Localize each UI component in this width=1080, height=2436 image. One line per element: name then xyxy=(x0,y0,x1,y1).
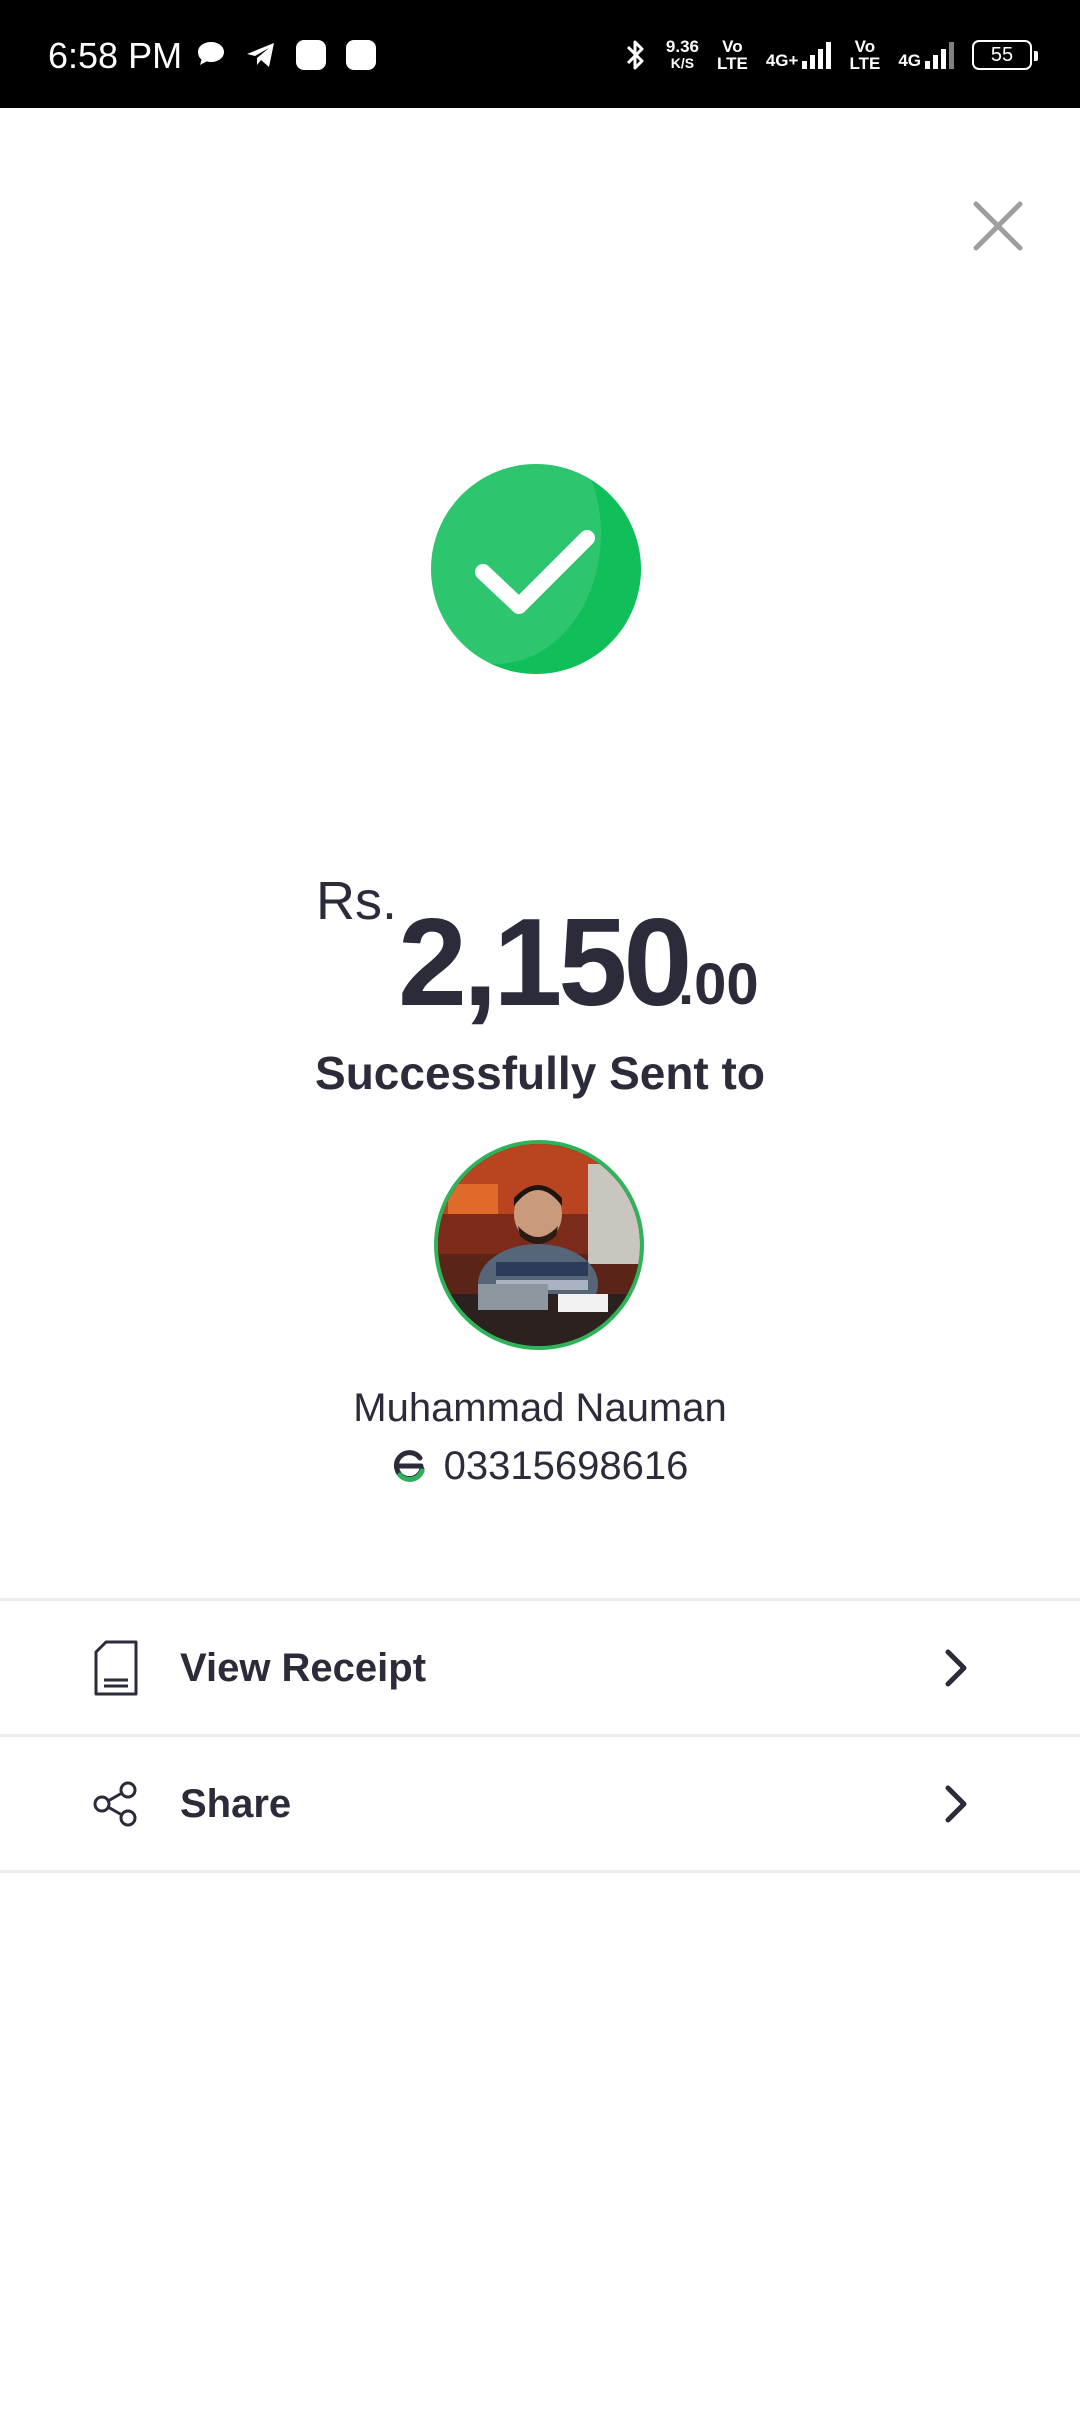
signal-2: 4G xyxy=(898,41,954,69)
chevron-right-icon xyxy=(945,1649,967,1687)
recipient-name: Muhammad Nauman xyxy=(353,1386,727,1430)
telegram-icon xyxy=(247,43,274,67)
recipient-phone-row: 03315698616 xyxy=(0,1444,1080,1489)
volte-badge-1: Vo LTE xyxy=(716,37,748,73)
app-square-icon xyxy=(346,40,376,70)
success-check-icon xyxy=(431,464,641,674)
signal-bars-icon xyxy=(802,41,832,69)
share-icon xyxy=(93,1781,137,1827)
recipient-avatar xyxy=(434,1140,644,1350)
chat-bubble-icon xyxy=(198,42,224,65)
chevron-right-icon xyxy=(945,1785,967,1823)
close-icon xyxy=(973,201,1023,251)
share-label: Share xyxy=(180,1782,292,1826)
divider xyxy=(0,1870,1080,1873)
amount-value: 2,150 xyxy=(398,894,692,1032)
amount-decimal: .00 xyxy=(678,952,759,1017)
receipt-icon xyxy=(94,1640,138,1696)
view-receipt-label: View Receipt xyxy=(180,1646,427,1690)
volte-badge-2: Vo LTE xyxy=(849,37,881,73)
divider xyxy=(0,1734,1080,1737)
amount-currency: Rs. xyxy=(316,871,397,931)
easypaisa-logo-icon xyxy=(393,1449,425,1482)
app-square-icon xyxy=(296,40,326,70)
network-speed: 9.36 K/S xyxy=(665,37,699,71)
status-time: 6:58 PM xyxy=(48,35,183,76)
status-system-icons: 9.36 K/S Vo LTE 4G+ Vo LTE 4G 55 xyxy=(622,30,1038,80)
signal-1: 4G+ xyxy=(766,41,832,69)
battery-icon: 55 xyxy=(972,40,1038,70)
status-app-icons xyxy=(194,38,378,72)
status-message: Successfully Sent to xyxy=(315,1047,765,1099)
close-button[interactable] xyxy=(968,196,1028,256)
status-bar: 6:58 PM 9.36 K/S Vo LTE 4G+ Vo LTE 4G 55 xyxy=(0,0,1080,108)
recipient-phone: 03315698616 xyxy=(443,1444,689,1488)
share-button[interactable]: Share xyxy=(0,1738,1080,1870)
view-receipt-button[interactable]: View Receipt xyxy=(0,1602,1080,1734)
divider xyxy=(0,1598,1080,1601)
battery-level: 55 xyxy=(990,43,1014,66)
bluetooth-icon xyxy=(626,40,644,70)
signal-bars-icon xyxy=(925,41,954,69)
amount-display: Rs. 2,150 .00 xyxy=(0,860,1080,1028)
